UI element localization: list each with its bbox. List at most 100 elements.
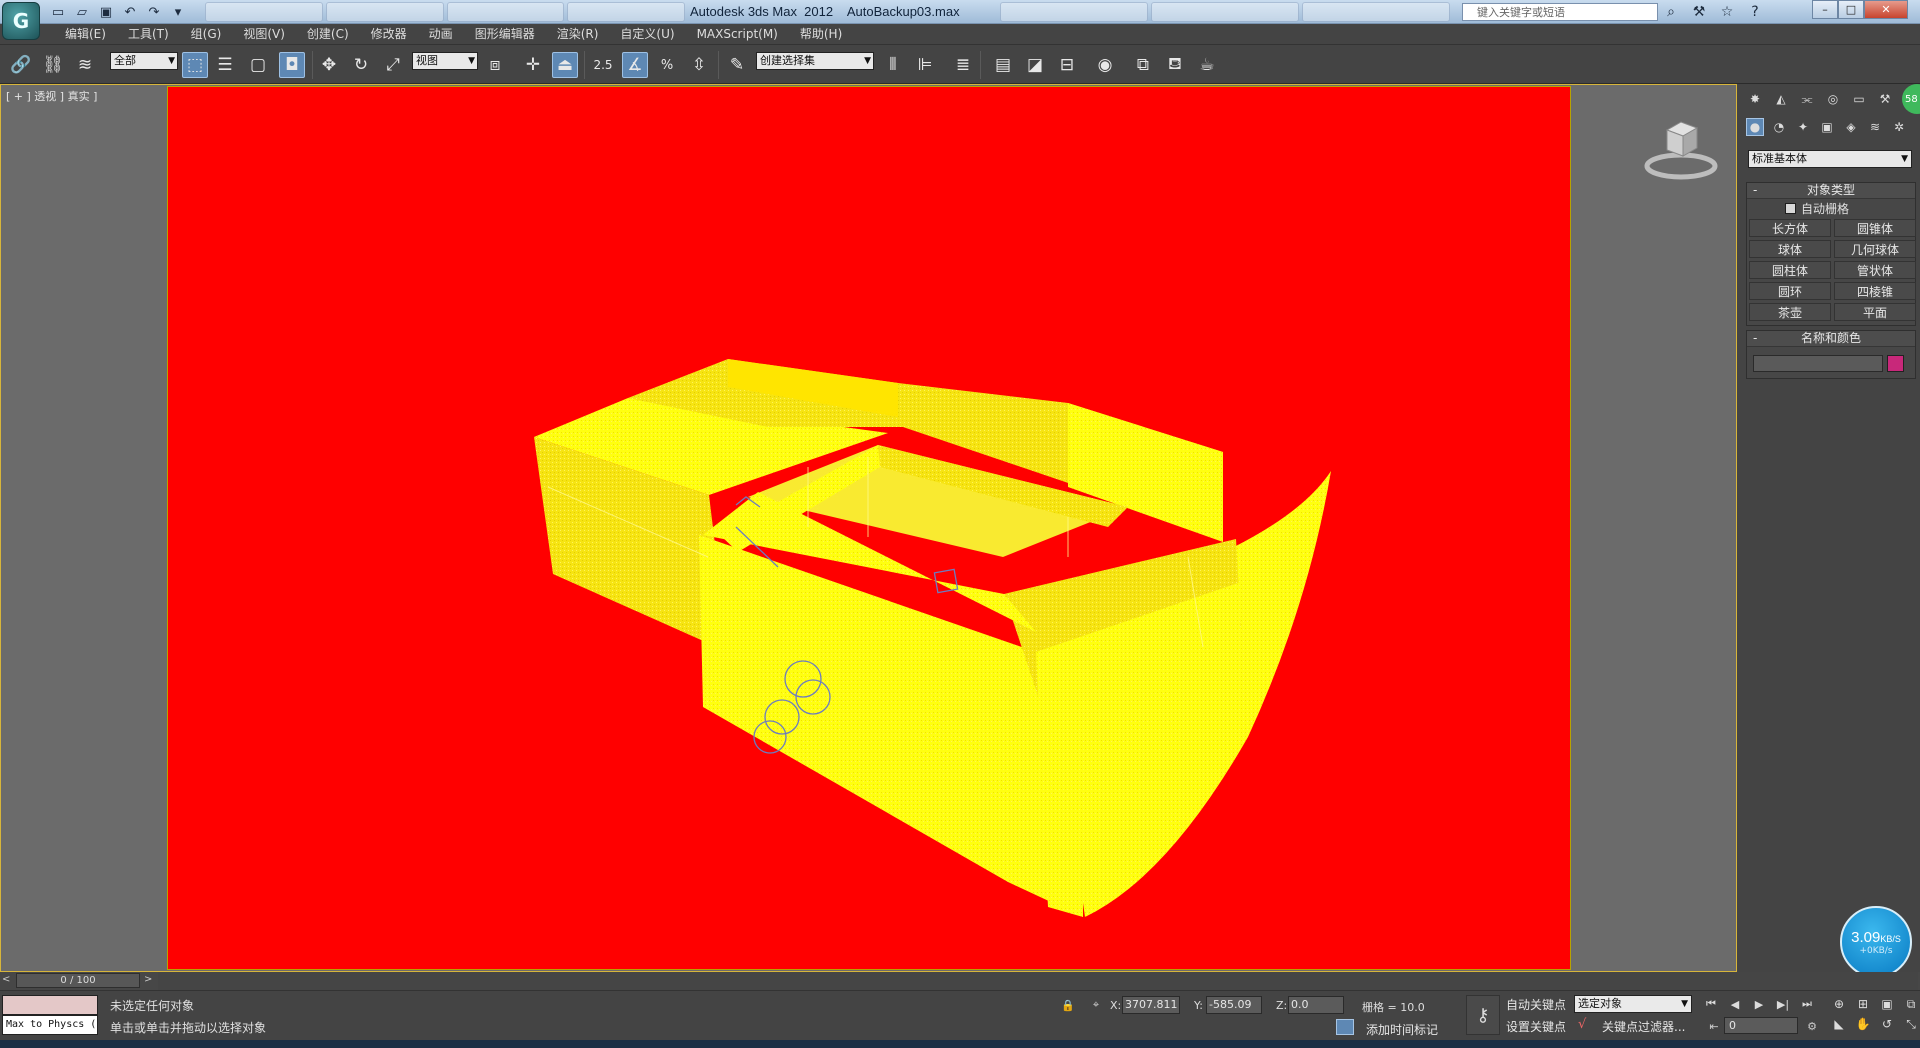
select-object-icon[interactable]: ⬚ bbox=[182, 52, 208, 78]
rectangular-selection-icon[interactable]: ▢ bbox=[245, 52, 271, 78]
hierarchy-tab-icon[interactable]: ⫘ bbox=[1798, 90, 1816, 108]
named-selection-dropdown[interactable]: 创建选择集 ▼ bbox=[756, 52, 874, 70]
new-file-icon[interactable]: ▭ bbox=[48, 3, 68, 21]
lock-selection-icon[interactable]: 🔒 bbox=[1060, 997, 1076, 1013]
material-editor-icon[interactable]: ◉ bbox=[1092, 52, 1118, 78]
maximize-button[interactable]: □ bbox=[1838, 0, 1864, 19]
menu-animation[interactable]: 动画 bbox=[418, 24, 464, 44]
pivot-center-icon[interactable]: ⧈ bbox=[482, 52, 508, 78]
z-coordinate-field[interactable]: 0.0 bbox=[1288, 996, 1344, 1014]
zoom-all-icon[interactable]: ⊞ bbox=[1852, 995, 1874, 1013]
dropdown-icon[interactable]: ▾ bbox=[168, 3, 188, 21]
helpers-tab-icon[interactable]: ◈ bbox=[1842, 118, 1860, 136]
current-frame-field[interactable]: 0 bbox=[1724, 1017, 1798, 1034]
object-color-swatch[interactable] bbox=[1887, 355, 1904, 372]
maximize-viewport-icon[interactable]: ⤡ bbox=[1900, 1015, 1920, 1033]
select-and-scale-icon[interactable]: ⤢ bbox=[380, 52, 406, 78]
menu-views[interactable]: 视图(V) bbox=[232, 24, 296, 44]
y-coordinate-field[interactable]: -585.09 bbox=[1206, 996, 1262, 1014]
favorites-star-icon[interactable]: ☆ bbox=[1716, 2, 1738, 22]
edit-named-selection-icon[interactable]: ✎ bbox=[724, 52, 750, 78]
selection-filter-dropdown[interactable]: 全部 ▼ bbox=[110, 52, 178, 70]
lights-tab-icon[interactable]: ✦ bbox=[1794, 118, 1812, 136]
key-filters-button[interactable]: 关键点过滤器... bbox=[1602, 1018, 1685, 1035]
maxscript-listener-output[interactable] bbox=[2, 995, 98, 1015]
select-and-move-icon[interactable]: ✥ bbox=[316, 52, 342, 78]
menu-help[interactable]: 帮助(H) bbox=[789, 24, 853, 44]
tube-button[interactable]: 管状体 bbox=[1834, 261, 1916, 279]
search-input[interactable] bbox=[1463, 4, 1657, 20]
menu-edit[interactable]: 编辑(E) bbox=[54, 24, 117, 44]
autogrid-checkbox[interactable] bbox=[1785, 202, 1796, 214]
time-slider-thumb[interactable]: 0 / 100 bbox=[16, 973, 140, 988]
schematic-view-icon[interactable]: ⊟ bbox=[1054, 52, 1080, 78]
plane-button[interactable]: 平面 bbox=[1834, 303, 1916, 321]
app-menu-logo[interactable]: G bbox=[2, 2, 40, 40]
menu-rendering[interactable]: 渲染(R) bbox=[546, 24, 610, 44]
close-button[interactable]: ✕ bbox=[1864, 0, 1908, 19]
undo-icon[interactable]: ↶ bbox=[120, 3, 140, 21]
spinner-snap-icon[interactable]: ⇳ bbox=[686, 52, 712, 78]
absolute-mode-icon[interactable]: ⌖ bbox=[1088, 997, 1104, 1013]
cone-button[interactable]: 圆锥体 bbox=[1834, 219, 1916, 237]
time-slider-prev-button[interactable]: < bbox=[2, 974, 14, 988]
orbit-icon[interactable]: ↺ bbox=[1876, 1015, 1898, 1033]
cameras-tab-icon[interactable]: ▣ bbox=[1818, 118, 1836, 136]
add-time-tag-button[interactable]: 添加时间标记 bbox=[1366, 1021, 1438, 1038]
select-and-manipulate-icon[interactable]: ✛ bbox=[520, 52, 546, 78]
name-and-color-header[interactable]: - 名称和颜色 bbox=[1747, 331, 1915, 347]
field-of-view-icon[interactable]: ◣ bbox=[1828, 1015, 1850, 1033]
render-production-icon[interactable]: ☕ bbox=[1194, 52, 1220, 78]
render-setup-icon[interactable]: ⧉ bbox=[1130, 52, 1156, 78]
save-icon[interactable]: ▣ bbox=[96, 3, 116, 21]
layer-manager-icon[interactable]: ≣ bbox=[950, 52, 976, 78]
sphere-button[interactable]: 球体 bbox=[1749, 240, 1831, 258]
unlink-icon[interactable]: ⛓ bbox=[40, 52, 66, 78]
key-mode-toggle-icon[interactable]: ⇤ bbox=[1706, 1018, 1722, 1034]
utilities-tab-icon[interactable]: ⚒ bbox=[1876, 90, 1894, 108]
mirror-icon[interactable]: ⫴ bbox=[880, 52, 906, 78]
zoom-extents-all-icon[interactable]: ⧉ bbox=[1900, 995, 1920, 1013]
binoculars-icon[interactable]: ⌕ bbox=[1660, 2, 1682, 22]
motion-tab-icon[interactable]: ◎ bbox=[1824, 90, 1842, 108]
align-icon[interactable]: ⊫ bbox=[912, 52, 938, 78]
select-and-rotate-icon[interactable]: ↻ bbox=[348, 52, 374, 78]
percent-snap-icon[interactable]: % bbox=[654, 52, 680, 78]
graphite-ribbon-icon[interactable]: ▤ bbox=[990, 52, 1016, 78]
curve-editor-icon[interactable]: ◪ bbox=[1022, 52, 1048, 78]
create-tab-icon[interactable]: ✸ bbox=[1746, 90, 1764, 108]
viewcube-icon[interactable] bbox=[1643, 116, 1719, 182]
key-mode-dropdown[interactable]: 选定对象 ▼ bbox=[1574, 995, 1692, 1013]
set-key-icon[interactable]: ⚷ bbox=[1466, 995, 1500, 1035]
menu-tools[interactable]: 工具(T) bbox=[117, 24, 180, 44]
display-tab-icon[interactable]: ▭ bbox=[1850, 90, 1868, 108]
redo-icon[interactable]: ↷ bbox=[144, 3, 164, 21]
time-slider-next-button[interactable]: > bbox=[144, 974, 156, 988]
shapes-tab-icon[interactable]: ◔ bbox=[1770, 118, 1788, 136]
spacewarps-tab-icon[interactable]: ≋ bbox=[1866, 118, 1884, 136]
systems-tab-icon[interactable]: ✲ bbox=[1890, 118, 1908, 136]
autogrid-option[interactable]: 自动栅格 bbox=[1747, 199, 1915, 217]
menu-modifiers[interactable]: 修改器 bbox=[360, 24, 418, 44]
bind-space-warp-icon[interactable]: ≋ bbox=[72, 52, 98, 78]
viewport-label[interactable]: [ + ] 透视 ] 真实 ] bbox=[6, 88, 97, 104]
tools-icon[interactable]: ⚒ bbox=[1688, 2, 1710, 22]
geometry-tab-icon[interactable]: ● bbox=[1746, 118, 1764, 136]
select-and-link-icon[interactable]: 🔗 bbox=[8, 52, 34, 78]
default-tangent-icon[interactable]: √ bbox=[1578, 1017, 1586, 1032]
go-to-start-icon[interactable]: ⏮ bbox=[1700, 995, 1722, 1013]
window-crossing-icon[interactable]: ◘ bbox=[279, 52, 305, 78]
menu-maxscript[interactable]: MAXScript(M) bbox=[686, 24, 789, 44]
network-speed-widget[interactable]: 3.09KB/S +0KB/s bbox=[1840, 906, 1912, 978]
pan-icon[interactable]: ✋ bbox=[1852, 1015, 1874, 1033]
rendered-frame-window-icon[interactable]: ⛾ bbox=[1162, 52, 1188, 78]
angle-snap-icon[interactable]: ∡ bbox=[622, 52, 648, 78]
zoom-extents-icon[interactable]: ▣ bbox=[1876, 995, 1898, 1013]
zoom-icon[interactable]: ⊕ bbox=[1828, 995, 1850, 1013]
torus-button[interactable]: 圆环 bbox=[1749, 282, 1831, 300]
play-icon[interactable]: ▶ bbox=[1748, 995, 1770, 1013]
cylinder-button[interactable]: 圆柱体 bbox=[1749, 261, 1831, 279]
minimize-button[interactable]: – bbox=[1812, 0, 1838, 19]
go-to-end-icon[interactable]: ⏭ bbox=[1796, 995, 1818, 1013]
open-file-icon[interactable]: ▱ bbox=[72, 3, 92, 21]
